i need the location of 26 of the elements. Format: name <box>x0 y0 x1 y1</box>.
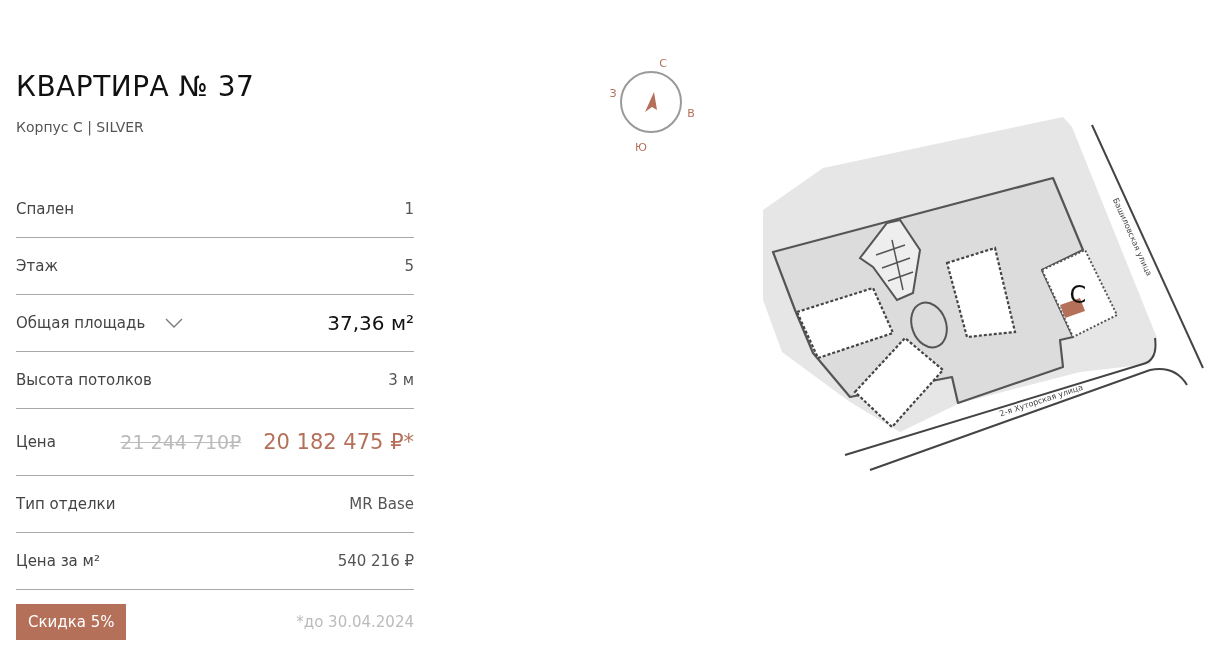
spec-value: MR Base <box>349 495 414 513</box>
arrow-icon <box>645 92 657 112</box>
compass-direction: С <box>659 57 667 70</box>
spec-label: Спален <box>16 200 75 218</box>
apartment-title: КВАРТИРА № 37 <box>16 70 256 103</box>
compass-direction: В <box>687 107 695 120</box>
spec-label: Общая площадь <box>16 314 146 332</box>
spec-value: 5 <box>404 257 414 275</box>
discount-note: *до 30.04.2024 <box>296 613 414 631</box>
compass-direction: Ю <box>635 141 647 154</box>
spec-label: Тип отделки <box>16 495 116 513</box>
spec-value: 37,36 м² <box>327 311 414 335</box>
spec-label: Цена <box>16 433 56 451</box>
spec-value: 3 м <box>388 371 414 389</box>
old-price: 21 244 710₽ <box>120 431 242 453</box>
spec-label: Высота потолков <box>16 371 152 389</box>
spec-label: Цена за м² <box>16 552 100 570</box>
building-subtitle: Корпус С | SILVER <box>16 119 145 135</box>
current-price: 20 182 475 ₽* <box>263 430 414 454</box>
compass-ring <box>620 71 682 133</box>
spec-value: 1 <box>404 200 414 218</box>
spec-label: Этаж <box>16 257 58 275</box>
chevron-icon[interactable] <box>165 318 184 328</box>
discount-badge: Скидка 5% <box>16 604 127 640</box>
compass-direction: З <box>609 87 617 100</box>
spec-value: 540 216 ₽ <box>337 552 414 570</box>
